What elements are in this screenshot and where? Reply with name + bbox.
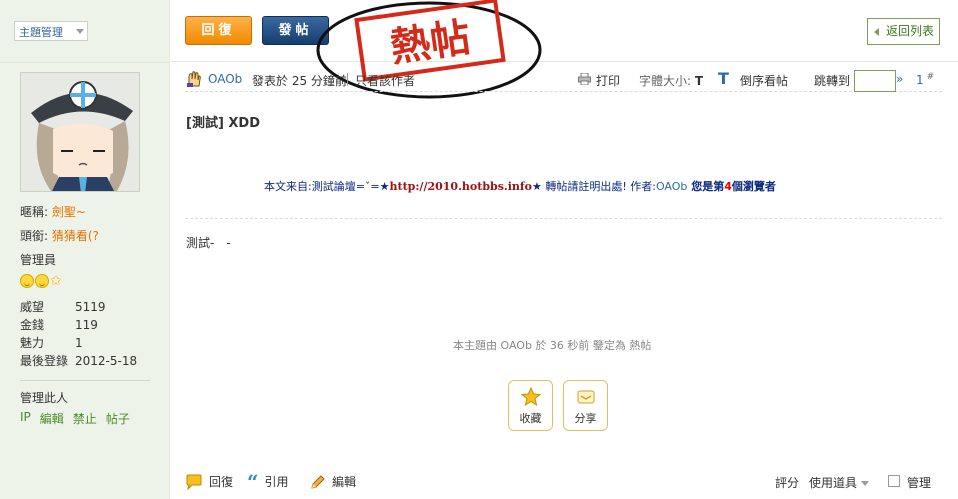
stat-label: 魅力	[20, 336, 45, 350]
font-size-small-button[interactable]: T	[695, 74, 703, 88]
stat-value: 119	[75, 318, 98, 332]
stat-value: 5119	[75, 300, 106, 314]
reply-label: 回復	[209, 475, 234, 489]
envelope-icon	[577, 390, 594, 404]
title-label: 頭銜:	[20, 229, 49, 243]
post-meta-bar: OAOb 發表於 25 分鐘前 只看該作者 打印 字體大小: T T 倒序看帖 …	[185, 69, 942, 92]
stat-row: 魅力 1	[20, 334, 137, 352]
printer-icon	[578, 73, 591, 85]
quote-label: 引用	[264, 475, 289, 489]
online-user-icon	[187, 71, 201, 87]
thread-toolbar: 回復 發帖 返回列表	[171, 0, 958, 62]
avatar[interactable]	[20, 72, 140, 192]
jump-to-input[interactable]	[854, 70, 896, 92]
quote-icon: “	[247, 469, 259, 494]
stat-row: 金錢 119	[20, 316, 137, 334]
post-time: 發表於 25 分鐘前	[252, 74, 347, 88]
meta-divider	[347, 73, 348, 86]
font-size-control: 字體大小: T	[639, 72, 703, 89]
quote-link[interactable]: “ 引用	[247, 469, 289, 494]
post-body: 測試- -	[186, 236, 231, 250]
only-author-link[interactable]: 只看該作者	[355, 72, 415, 89]
manage-user-label: 管理此人	[20, 391, 69, 405]
pencil-icon	[311, 474, 325, 489]
floor-mark: #	[926, 72, 935, 82]
star-icon: ✩	[50, 273, 62, 289]
moderation-log: 本主題由 OAOb 於 36 秒前 鑒定為 熱帖	[453, 339, 652, 352]
floor-number: 1	[916, 73, 924, 87]
title-value: 猜猜看(?	[51, 229, 99, 243]
stat-value: 2012-5-18	[75, 354, 138, 368]
post-author-link[interactable]: OAOb	[208, 72, 242, 86]
visitor-count-prefix: 您是第	[687, 180, 725, 193]
source-notice-text: 轉帖請註明出處! 作者:	[541, 180, 656, 193]
reverse-order-link[interactable]: 倒序看帖	[740, 72, 788, 89]
nickname-row: 暱稱: 劍聖~	[20, 204, 86, 220]
admin-link-posts[interactable]: 帖子	[106, 410, 130, 427]
chevron-down-icon	[861, 481, 870, 486]
smile-icon	[20, 274, 34, 288]
chevron-down-icon	[76, 29, 84, 34]
source-prefix: 本文来自:測試論壇=ˇ=★	[264, 180, 390, 193]
source-notice: 本文来自:測試論壇=ˇ=★http://2010.hotbbs.info★ 轉帖…	[264, 178, 776, 194]
star-icon	[520, 387, 541, 407]
user-group: 管理員	[20, 253, 57, 267]
source-url-link[interactable]: http://2010.hotbbs.info	[390, 180, 532, 193]
edit-label: 編輯	[332, 475, 357, 489]
share-label: 分享	[574, 412, 597, 425]
admin-link-ip[interactable]: IP	[20, 410, 31, 427]
favorite-button[interactable]: 收藏	[508, 380, 553, 431]
font-size-large-button[interactable]: T	[718, 69, 729, 88]
visitor-count-suffix: 個瀏覽者	[731, 180, 776, 193]
manage-checkbox[interactable]	[888, 475, 900, 487]
print-link[interactable]: 打印	[596, 72, 620, 89]
smile-icon	[35, 274, 49, 288]
sidebar-divider	[0, 62, 170, 63]
user-stats: 威望 5119 金錢 119 魅力 1 最後登錄 2012-5-18	[20, 298, 137, 370]
nickname-label: 暱稱:	[20, 205, 49, 219]
reply-button[interactable]: 回復	[185, 16, 252, 45]
avatar-image	[21, 73, 139, 191]
source-star: ★	[531, 180, 542, 193]
sidebar-divider	[20, 380, 150, 381]
use-item-dropdown[interactable]: 使用道具	[809, 474, 870, 491]
stat-row: 威望 5119	[20, 298, 137, 316]
post-actions-bar: 回復 “ 引用 編輯 評分 使用道具 管理	[185, 468, 942, 494]
favorite-label: 收藏	[519, 412, 542, 425]
topic-manage-label: 主題管理	[19, 26, 63, 39]
jump-go-button[interactable]: »	[896, 72, 903, 86]
speech-bubble-icon	[186, 474, 202, 490]
stat-label: 威望	[20, 300, 45, 314]
post-floor-link[interactable]: 1 #	[916, 72, 934, 87]
arrow-left-icon	[874, 28, 879, 36]
author-sidebar: 主題管理 暱稱: 劍聖~ 頭銜: 猜猜看(? 管理員 ✩ 威望 5119 金錢 …	[0, 0, 170, 499]
jump-to-label: 跳轉到	[814, 74, 851, 88]
use-item-label: 使用道具	[809, 476, 858, 490]
stat-value: 1	[75, 336, 83, 350]
edit-link[interactable]: 編輯	[310, 473, 356, 490]
content-divider	[185, 218, 942, 219]
back-to-list-button[interactable]: 返回列表	[867, 18, 940, 45]
topic-manage-select[interactable]: 主題管理	[14, 21, 88, 41]
back-to-list-label: 返回列表	[885, 24, 934, 38]
admin-link-ban[interactable]: 禁止	[73, 410, 97, 427]
rate-link[interactable]: 評分	[775, 474, 799, 491]
stat-label: 金錢	[20, 318, 45, 332]
nickname-value[interactable]: 劍聖~	[52, 205, 86, 219]
post-title: [測試] XDD	[186, 116, 261, 131]
font-size-label: 字體大小:	[639, 74, 692, 88]
title-row: 頭銜: 猜猜看(?	[20, 228, 99, 244]
source-author-link[interactable]: OAOb	[656, 180, 687, 193]
rank-icons: ✩	[20, 274, 62, 288]
stamp-text: 熱帖	[387, 14, 473, 72]
stat-row: 最後登錄 2012-5-18	[20, 352, 137, 370]
stat-label: 最後登錄	[20, 354, 69, 368]
visitor-count: 4	[724, 180, 732, 193]
admin-links: IP 編輯 禁止 帖子	[20, 410, 130, 427]
manage-label: 管理	[907, 476, 932, 490]
admin-link-edit[interactable]: 編輯	[40, 410, 64, 427]
reply-link[interactable]: 回復	[185, 473, 233, 490]
share-button[interactable]: 分享	[563, 380, 608, 431]
